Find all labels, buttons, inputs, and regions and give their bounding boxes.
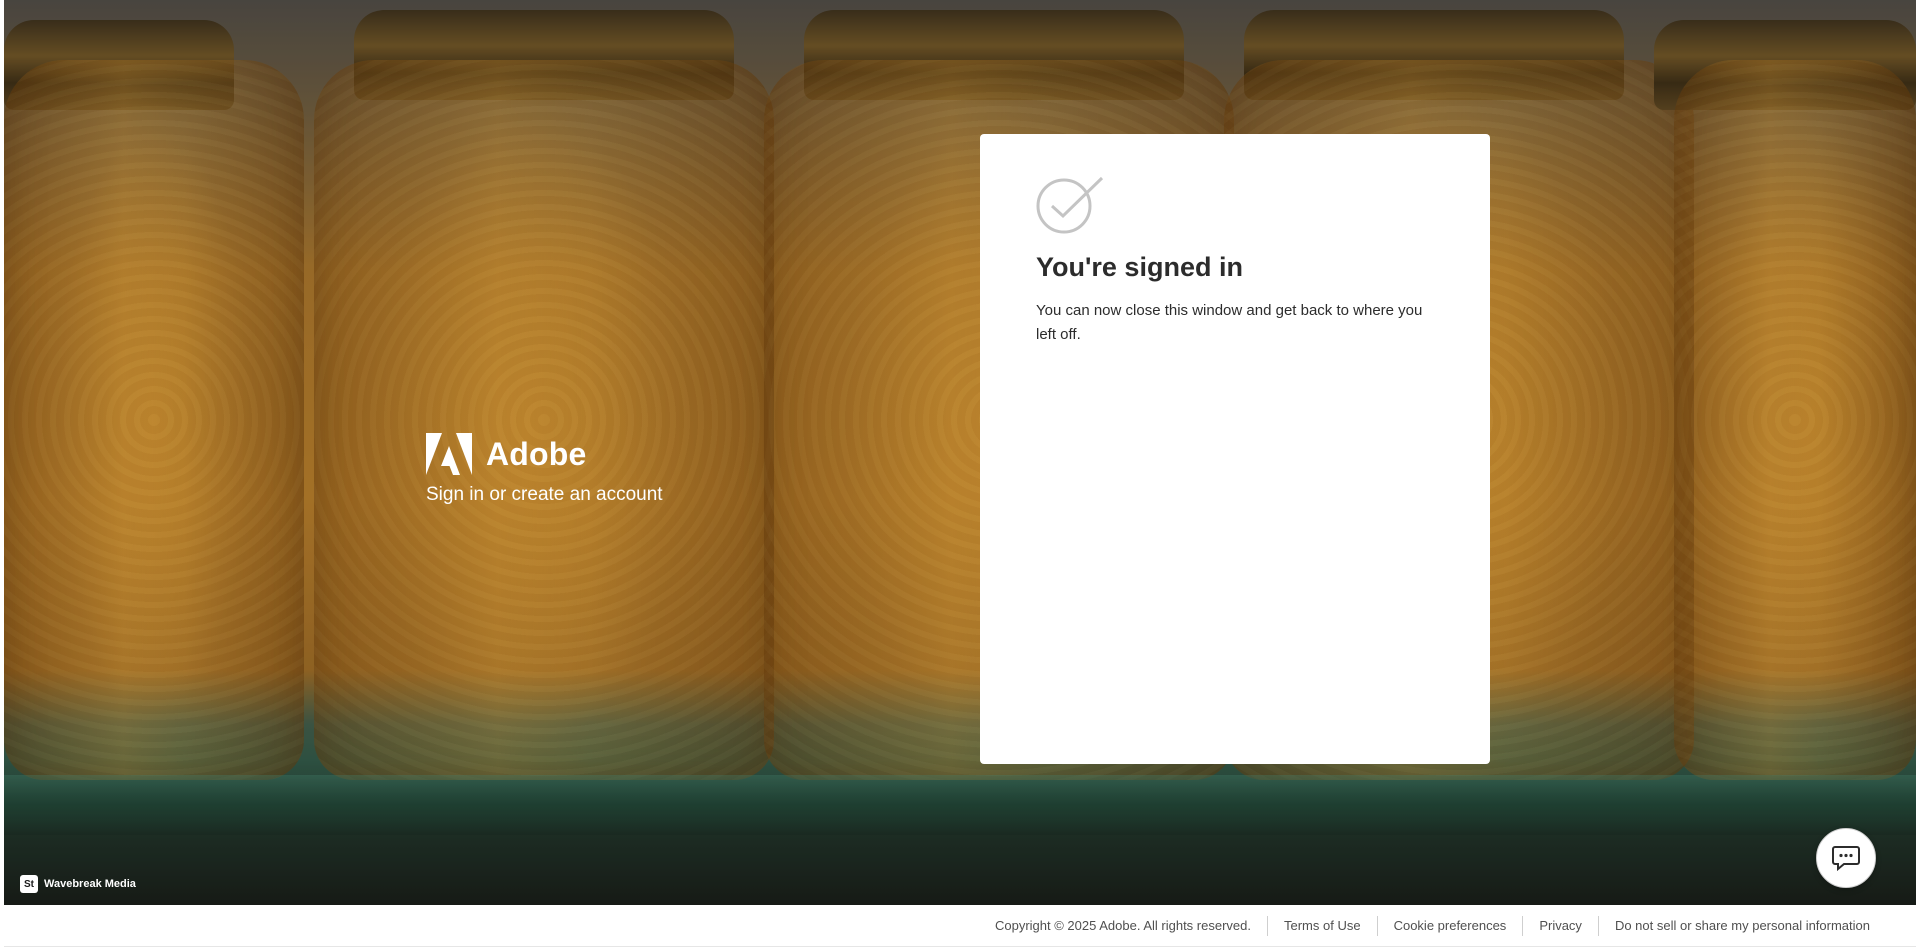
signed-in-card: You're signed in You can now close this … (980, 134, 1490, 764)
card-message: You can now close this window and get ba… (1036, 302, 1423, 343)
background-image (4, 0, 1916, 905)
image-credit: St Wavebreak Media (20, 875, 136, 893)
checkmark-circle-icon (1036, 176, 1104, 234)
footer-link-do-not-sell[interactable]: Do not sell or share my personal informa… (1597, 915, 1886, 936)
brand-block: Adobe Sign in or create an account (426, 432, 706, 506)
footer-link-terms[interactable]: Terms of Use (1267, 915, 1377, 936)
footer-link-cookie-preferences[interactable]: Cookie preferences (1376, 915, 1523, 936)
card-title: You're signed in (1036, 252, 1243, 282)
brand-row: Adobe (426, 432, 706, 476)
image-credit-label: Wavebreak Media (44, 878, 136, 890)
brand-name: Adobe (486, 435, 587, 472)
left-edge (0, 0, 4, 951)
chat-button[interactable] (1816, 828, 1876, 888)
adobe-stock-icon: St (20, 875, 38, 893)
page: Adobe Sign in or create an account You'r… (0, 0, 1920, 951)
chat-bubble-icon (1832, 846, 1860, 871)
adobe-logo-icon (426, 433, 472, 475)
background-shade (4, 0, 1916, 905)
footer-copyright: Copyright © 2025 Adobe. All rights reser… (994, 917, 1251, 933)
footer: Copyright © 2025 Adobe. All rights reser… (4, 905, 1916, 947)
brand-tagline: Sign in or create an account (426, 484, 663, 505)
footer-link-privacy[interactable]: Privacy (1522, 915, 1598, 936)
